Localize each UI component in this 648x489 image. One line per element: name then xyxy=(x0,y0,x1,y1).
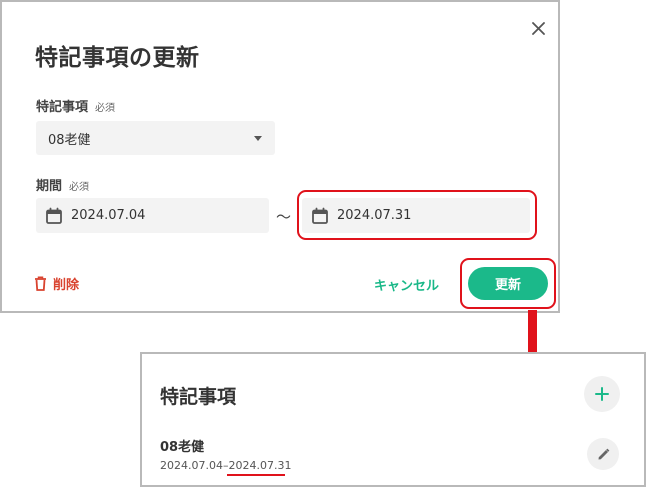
note-date-end: 2024.07.31 xyxy=(228,459,292,472)
pencil-icon xyxy=(598,448,609,459)
notes-field-label: 特記事項 必須 xyxy=(36,96,115,115)
add-note-button[interactable] xyxy=(584,376,620,412)
card-title: 特記事項 xyxy=(160,386,237,408)
note-date-start: 2024.07.04 xyxy=(160,459,223,472)
end-date-highlight xyxy=(297,190,537,240)
trash-icon xyxy=(35,276,46,291)
required-badge: 必須 xyxy=(95,103,116,114)
update-notes-dialog: 特記事項の更新 特記事項 必須 08老健 期間 必須 2024.07.04 〜 … xyxy=(0,0,560,313)
delete-button[interactable]: 削除 xyxy=(34,274,79,293)
start-date-value: 2024.07.04 xyxy=(71,208,146,223)
plus-icon xyxy=(595,387,609,401)
period-field-label: 期間 必須 xyxy=(36,175,89,194)
notes-select-value: 08老健 xyxy=(48,132,91,148)
update-button-highlight xyxy=(460,258,556,309)
start-date-input[interactable]: 2024.07.04 xyxy=(36,198,269,233)
notes-select[interactable]: 08老健 xyxy=(36,121,275,155)
cancel-button[interactable]: キャンセル xyxy=(374,275,439,294)
end-date-underline xyxy=(227,474,285,476)
caret-down-icon xyxy=(254,136,262,141)
delete-label: 削除 xyxy=(53,278,80,293)
period-label-text: 期間 xyxy=(36,179,63,194)
calendar-icon xyxy=(46,207,62,224)
notes-card: 特記事項 08老健 2024.07.04–2024.07.31 xyxy=(140,352,646,487)
required-badge: 必須 xyxy=(69,182,90,193)
close-button[interactable] xyxy=(526,16,550,40)
period-separator: 〜 xyxy=(276,208,292,226)
edit-note-button[interactable] xyxy=(587,438,619,470)
dialog-title: 特記事項の更新 xyxy=(35,45,200,71)
note-item-dates: 2024.07.04–2024.07.31 xyxy=(160,459,291,472)
close-icon xyxy=(531,21,545,35)
notes-label-text: 特記事項 xyxy=(36,100,89,115)
note-item-title: 08老健 xyxy=(160,440,205,455)
